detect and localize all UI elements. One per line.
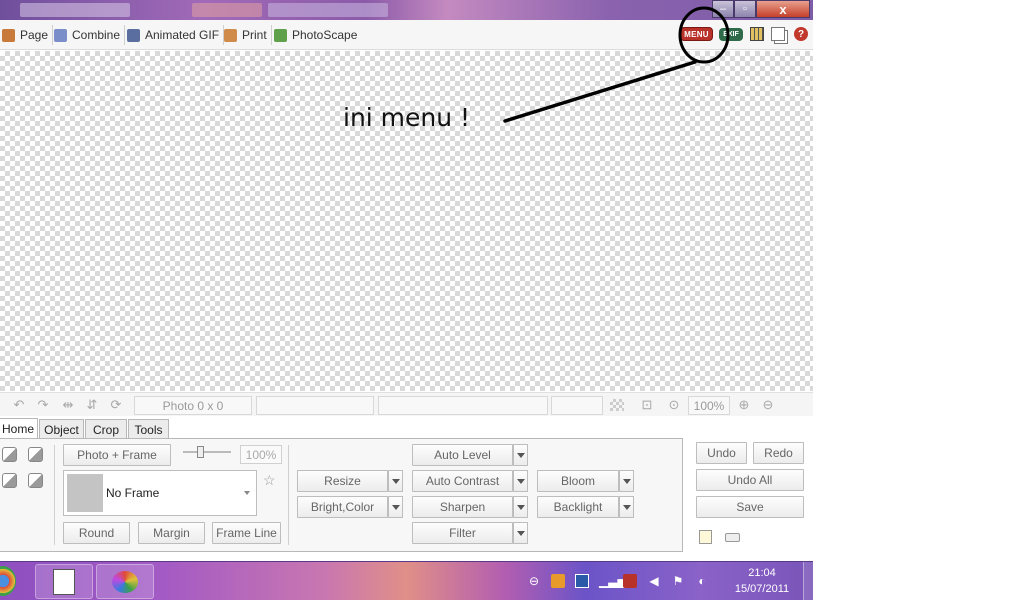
tab-home[interactable]: Home xyxy=(0,418,38,439)
sharpen-dropdown[interactable] xyxy=(513,496,528,518)
round-button[interactable]: Round xyxy=(63,522,130,544)
tab-crop[interactable]: Crop xyxy=(85,419,127,439)
photo-frame-button[interactable]: Photo + Frame xyxy=(63,444,171,466)
backlight-dropdown[interactable] xyxy=(619,496,634,518)
zoom-actual-icon[interactable]: ⊙ xyxy=(667,398,681,411)
windows-taskbar: ⊖ ▁▃▅ ◀ ⚑ ◐ 21:04 15/07/2011 xyxy=(0,561,813,601)
rotate-right-icon[interactable]: ↷ xyxy=(36,398,50,411)
auto-contrast-dropdown[interactable] xyxy=(513,470,528,492)
annotation-text: ini menu ! xyxy=(343,103,471,132)
frame-zoom-field[interactable]: 100% xyxy=(240,445,282,464)
battery-icon[interactable] xyxy=(623,574,637,588)
auto-contrast-button[interactable]: Auto Contrast xyxy=(412,470,513,492)
frame-zoom-slider-knob[interactable] xyxy=(197,446,204,458)
frame-select[interactable]: No Frame xyxy=(63,470,257,516)
auto-level-button[interactable]: Auto Level xyxy=(412,444,513,466)
rotate-any-icon[interactable]: ⟳ xyxy=(109,398,123,411)
signal-icon[interactable]: ▁▃▅ xyxy=(599,574,627,588)
palette-icon xyxy=(112,570,138,593)
display-icon[interactable] xyxy=(575,574,589,588)
status-bar: ↶ ↷ ⇹ ⇵ ⟳ Photo 0 x 0 ⊡ ⊙ 100% ⊕ ⊖ xyxy=(0,392,813,416)
divider xyxy=(54,445,55,545)
status-field xyxy=(378,396,548,415)
save-button[interactable]: Save xyxy=(696,496,804,518)
margin-button[interactable]: Margin xyxy=(138,522,205,544)
clock[interactable]: 21:04 15/07/2011 xyxy=(722,565,802,597)
tab-object[interactable]: Object xyxy=(39,419,84,439)
filter-dropdown[interactable] xyxy=(513,522,528,544)
brightness-icon[interactable] xyxy=(2,447,17,462)
transparency-icon[interactable] xyxy=(610,399,624,411)
zoom-fit-icon[interactable]: ⊡ xyxy=(640,398,654,411)
filter-button[interactable]: Filter xyxy=(412,522,513,544)
document-icon xyxy=(53,568,75,595)
clock-time: 21:04 xyxy=(748,567,776,579)
action-panel: Undo Redo Undo All Save xyxy=(690,438,813,552)
contrast-icon[interactable] xyxy=(2,473,17,488)
annotation-drawing xyxy=(503,6,730,123)
bloom-button[interactable]: Bloom xyxy=(537,470,619,492)
mute-icon[interactable]: ◐ xyxy=(695,574,709,588)
tab-tools[interactable]: Tools xyxy=(128,419,169,439)
bright-color-dropdown[interactable] xyxy=(388,496,403,518)
frame-line-button[interactable]: Frame Line xyxy=(212,522,281,544)
status-field xyxy=(256,396,374,415)
saturation-icon[interactable] xyxy=(28,473,43,488)
flip-vertical-icon[interactable]: ⇵ xyxy=(85,398,99,411)
sharpen-button[interactable]: Sharpen xyxy=(412,496,513,518)
annotation-arrow xyxy=(503,60,697,123)
taskbar-app-explorer[interactable] xyxy=(35,564,93,599)
volume-icon[interactable]: ◀ xyxy=(647,574,661,588)
frame-thumbnail xyxy=(67,474,103,512)
zoom-level-field: 100% xyxy=(688,396,730,415)
star-icon[interactable]: ☆ xyxy=(263,472,276,489)
update-icon[interactable] xyxy=(551,574,565,588)
undo-button[interactable]: Undo xyxy=(696,442,747,464)
rotate-left-icon[interactable]: ↶ xyxy=(12,398,26,411)
resize-dropdown[interactable] xyxy=(388,470,403,492)
clock-date: 15/07/2011 xyxy=(734,583,790,595)
new-file-icon[interactable] xyxy=(699,530,712,544)
flag-icon[interactable]: ⚑ xyxy=(671,574,685,588)
darken-icon[interactable] xyxy=(28,447,43,462)
backlight-button[interactable]: Backlight xyxy=(537,496,619,518)
status-field xyxy=(551,396,603,415)
auto-level-dropdown[interactable] xyxy=(513,444,528,466)
show-desktop-button[interactable] xyxy=(803,562,813,601)
taskbar-app-photoscape[interactable] xyxy=(96,564,154,599)
redo-button[interactable]: Redo xyxy=(753,442,804,464)
chevron-down-icon xyxy=(244,491,250,495)
bloom-dropdown[interactable] xyxy=(619,470,634,492)
frame-zoom-slider[interactable] xyxy=(183,451,231,453)
network-status-icon[interactable]: ⊖ xyxy=(527,574,541,588)
zoom-in-icon[interactable]: ⊕ xyxy=(737,398,751,411)
photo-size-field: Photo 0 x 0 xyxy=(134,396,252,415)
photoscape-window: – ▫ x Page Combine Animated GIF Print Ph… xyxy=(0,0,813,561)
print-icon[interactable] xyxy=(725,533,740,542)
chrome-icon[interactable] xyxy=(0,566,16,596)
flip-horizontal-icon[interactable]: ⇹ xyxy=(61,398,75,411)
divider xyxy=(288,445,289,545)
bright-color-button[interactable]: Bright,Color xyxy=(297,496,388,518)
resize-button[interactable]: Resize xyxy=(297,470,388,492)
frame-select-value: No Frame xyxy=(106,486,160,500)
zoom-out-icon[interactable]: ⊖ xyxy=(761,398,775,411)
undo-all-button[interactable]: Undo All xyxy=(696,469,804,491)
annotation-circle xyxy=(678,6,730,64)
